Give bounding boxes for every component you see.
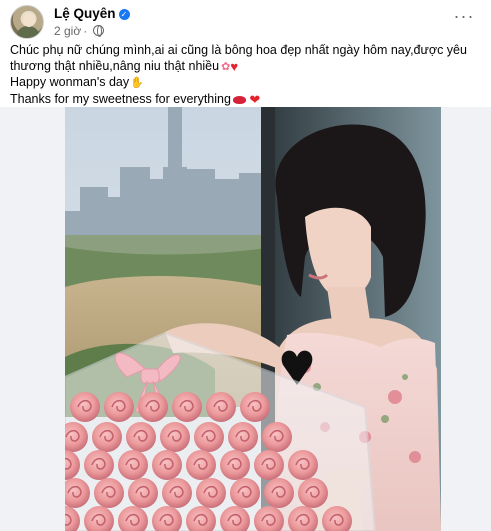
photo-container	[0, 107, 491, 531]
rose	[162, 478, 192, 508]
rose	[84, 450, 114, 480]
lips-emoji-icon	[232, 95, 246, 104]
avatar-body	[17, 26, 39, 38]
caption-line-1: Chúc phụ nữ chúng mình,ai ai cũng là bôn…	[10, 43, 482, 75]
author-avatar[interactable]	[10, 5, 44, 39]
globe-icon	[93, 25, 105, 37]
post-caption: Chúc phụ nữ chúng mình,ai ai cũng là bôn…	[10, 43, 482, 107]
red-heart-emoji-icon: ❤	[249, 91, 261, 107]
rose	[194, 422, 224, 452]
author-name[interactable]: Lệ Quyên	[54, 6, 116, 21]
post-meta: 2 giờ ·	[54, 24, 105, 38]
post-header: Lệ Quyên ✓ 2 giờ · ···	[10, 5, 481, 39]
rose	[94, 478, 124, 508]
rose	[70, 392, 100, 422]
rose	[128, 478, 158, 508]
caption-line-3-text: Thanks for my sweetness for everything	[10, 91, 231, 106]
rose	[92, 422, 122, 452]
author-name-row: Lệ Quyên ✓	[54, 6, 130, 21]
rose	[298, 478, 328, 508]
hand-emoji-icon: ✋	[130, 77, 144, 89]
rose	[138, 392, 168, 422]
rose	[206, 392, 236, 422]
caption-line-1-text: Chúc phụ nữ chúng mình,ai ai cũng là bôn…	[10, 43, 467, 73]
rose	[240, 392, 270, 422]
rose	[118, 450, 148, 480]
post-photo[interactable]	[65, 107, 441, 531]
caption-line-3: Thanks for my sweetness for everything ❤	[10, 92, 482, 108]
two-hearts-emoji-icon: ♥	[230, 58, 239, 74]
avatar-face	[23, 13, 35, 27]
rose	[104, 392, 134, 422]
rose	[172, 392, 202, 422]
rose	[152, 450, 182, 480]
more-options-button[interactable]: ···	[451, 7, 477, 29]
rose	[160, 422, 190, 452]
facebook-post: Lệ Quyên ✓ 2 giờ · ··· Chúc phụ nữ chúng m…	[0, 0, 491, 531]
post-time[interactable]: 2 giờ	[54, 24, 81, 38]
caption-line-2: Happy wonman's day✋	[10, 75, 482, 92]
rose	[228, 422, 258, 452]
flower-emoji-icon: ✿	[221, 60, 231, 73]
photo-illustration	[65, 107, 441, 531]
rose	[126, 422, 156, 452]
rose	[230, 478, 260, 508]
rose	[196, 478, 226, 508]
rose	[220, 450, 250, 480]
rose	[288, 450, 318, 480]
rose	[254, 450, 284, 480]
verified-badge-icon: ✓	[118, 9, 130, 20]
meta-separator: ·	[83, 24, 88, 38]
rose	[264, 478, 294, 508]
rose	[262, 422, 292, 452]
rose	[186, 450, 216, 480]
caption-line-2-text: Happy wonman's day	[10, 75, 130, 89]
